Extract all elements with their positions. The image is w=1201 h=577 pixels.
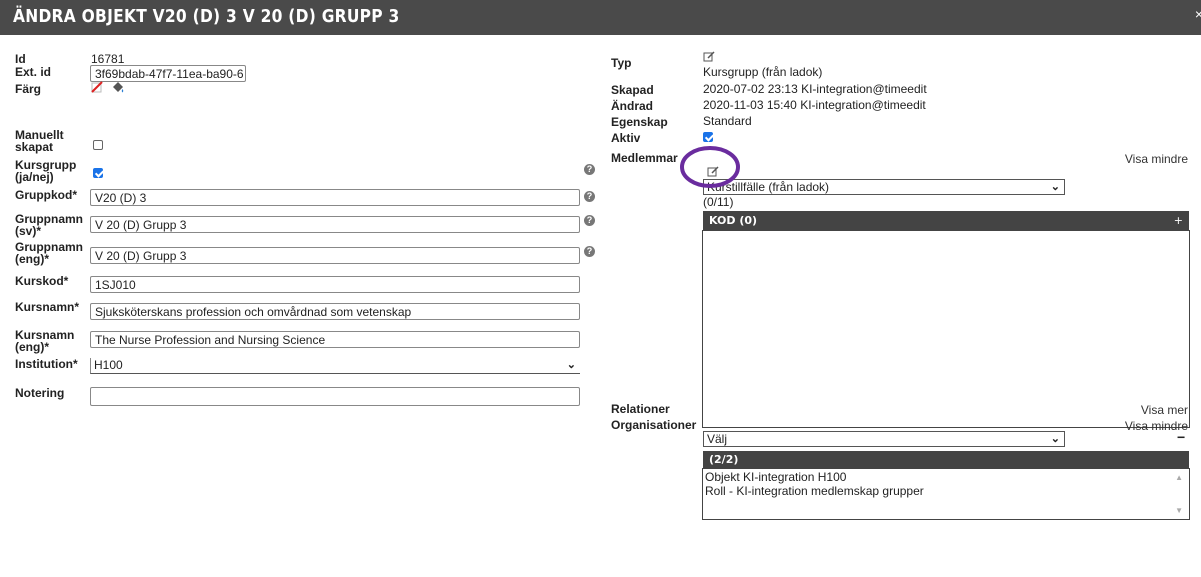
manuellt-label-line2: skapat (15, 140, 54, 154)
notering-label: Notering (15, 386, 65, 400)
egenskap-value: Standard (703, 114, 752, 128)
edit-icon[interactable] (707, 166, 719, 178)
typ-value: Kursgrupp (från ladok) (703, 65, 823, 79)
gruppnamn-sv-help-icon[interactable]: ? (584, 215, 595, 226)
kursgrupp-checkbox[interactable] (93, 168, 103, 178)
kursnamn-eng-label-line2: (eng)* (15, 340, 49, 354)
list-item[interactable]: Objekt KI-integration H100 (705, 471, 846, 484)
gruppnamn-sv-input[interactable]: V 20 (D) Grupp 3 (90, 216, 580, 233)
title-bar: ÄNDRA OBJEKT V20 (D) 3 V 20 (D) GRUPP 3 … (0, 0, 1201, 35)
id-label: Id (15, 52, 26, 66)
manuellt-checkbox[interactable] (93, 140, 103, 150)
organisationer-select[interactable]: Välj ⌄ (703, 431, 1065, 447)
organisationer-select-value: Välj (707, 432, 728, 446)
kod-header-label: KOD (0) (709, 214, 758, 227)
kurskod-input[interactable]: 1SJ010 (90, 276, 580, 293)
medlemmar-select[interactable]: Kurstillfälle (från ladok) ⌄ (703, 179, 1065, 195)
institution-select[interactable]: H100 ⌄ (90, 358, 580, 374)
medlemmar-count: (0/11) (703, 195, 734, 209)
notering-input[interactable] (90, 387, 580, 406)
gruppnamn-eng-label-line2: (eng)* (15, 252, 49, 266)
kursnamn-eng-input[interactable]: The Nurse Profession and Nursing Science (90, 331, 580, 348)
andrad-label: Ändrad (611, 99, 653, 113)
gruppkod-label: Gruppkod* (15, 188, 77, 202)
list-item[interactable]: Roll - KI-integration medlemskap grupper (705, 485, 924, 498)
ext-id-label: Ext. id (15, 65, 52, 79)
medlemmar-visa-mindre-link[interactable]: Visa mindre (1125, 152, 1188, 166)
farg-label: Färg (15, 82, 42, 96)
paint-bucket-icon[interactable] (110, 79, 126, 95)
aktiv-label: Aktiv (611, 131, 641, 145)
close-icon[interactable]: × (1195, 6, 1201, 22)
aktiv-checkbox[interactable] (703, 132, 713, 142)
kursnamn-eng-label: Kursnamn (eng)* (15, 329, 74, 353)
organisationer-label: Organisationer (611, 418, 697, 432)
andrad-value: 2020-11-03 15:40 KI-integration@timeedit (703, 98, 926, 112)
gruppkod-help-icon[interactable]: ? (584, 191, 595, 202)
egenskap-label: Egenskap (611, 115, 668, 129)
gruppnamn-sv-label-line2: (sv)* (15, 224, 42, 238)
kursgrupp-label-line2: (ja/nej) (15, 170, 54, 184)
manuellt-label: Manuellt skapat (15, 129, 64, 153)
gruppnamn-eng-label: Gruppnamn (eng)* (15, 241, 83, 265)
relationer-label: Relationer (611, 402, 670, 416)
window-title: ÄNDRA OBJEKT V20 (D) 3 V 20 (D) GRUPP 3 (13, 6, 400, 27)
chevron-down-icon: ⌄ (1050, 181, 1060, 193)
gruppnamn-eng-help-icon[interactable]: ? (584, 246, 595, 257)
institution-label: Institution* (15, 357, 78, 371)
kursnamn-input[interactable]: Sjuksköterskans profession och omvårdnad… (90, 303, 580, 320)
edit-icon[interactable] (703, 51, 715, 63)
medlemmar-select-value: Kurstillfälle (från ladok) (707, 180, 830, 194)
edit-object-form: Id 16781 Ext. id 3f69bdab-47f7-11ea-ba90… (0, 35, 1201, 577)
kursgrupp-help-icon[interactable]: ? (584, 164, 595, 175)
kursgrupp-label: Kursgrupp (ja/nej) (15, 159, 76, 183)
gruppnamn-eng-input[interactable]: V 20 (D) Grupp 3 (90, 247, 580, 264)
medlemmar-label: Medlemmar (611, 151, 678, 165)
chevron-down-icon: ⌄ (566, 359, 576, 371)
org-panel: Objekt KI-integration H100 Roll - KI-int… (702, 468, 1190, 520)
relationer-visa-mer-link[interactable]: Visa mer (1141, 403, 1188, 417)
skapad-value: 2020-07-02 23:13 KI-integration@timeedit (703, 82, 927, 96)
org-panel-header: (2/2) (703, 451, 1189, 468)
kurskod-label: Kurskod* (15, 274, 69, 288)
institution-select-value: H100 (94, 358, 123, 372)
no-color-icon[interactable] (90, 80, 104, 94)
kod-panel-header: KOD (0) + (703, 211, 1189, 230)
add-icon[interactable]: + (1174, 211, 1183, 230)
gruppnamn-sv-label: Gruppnamn (sv)* (15, 213, 83, 237)
chevron-down-icon: ⌄ (1050, 433, 1060, 445)
kod-panel (702, 230, 1190, 428)
kursnamn-label: Kursnamn* (15, 300, 80, 314)
skapad-label: Skapad (611, 83, 654, 97)
gruppkod-input[interactable]: V20 (D) 3 (90, 189, 580, 206)
remove-icon[interactable]: − (1177, 429, 1185, 445)
scroll-up-icon[interactable]: ▲ (1175, 473, 1183, 482)
typ-label: Typ (611, 56, 632, 70)
scroll-down-icon[interactable]: ▼ (1175, 506, 1183, 515)
